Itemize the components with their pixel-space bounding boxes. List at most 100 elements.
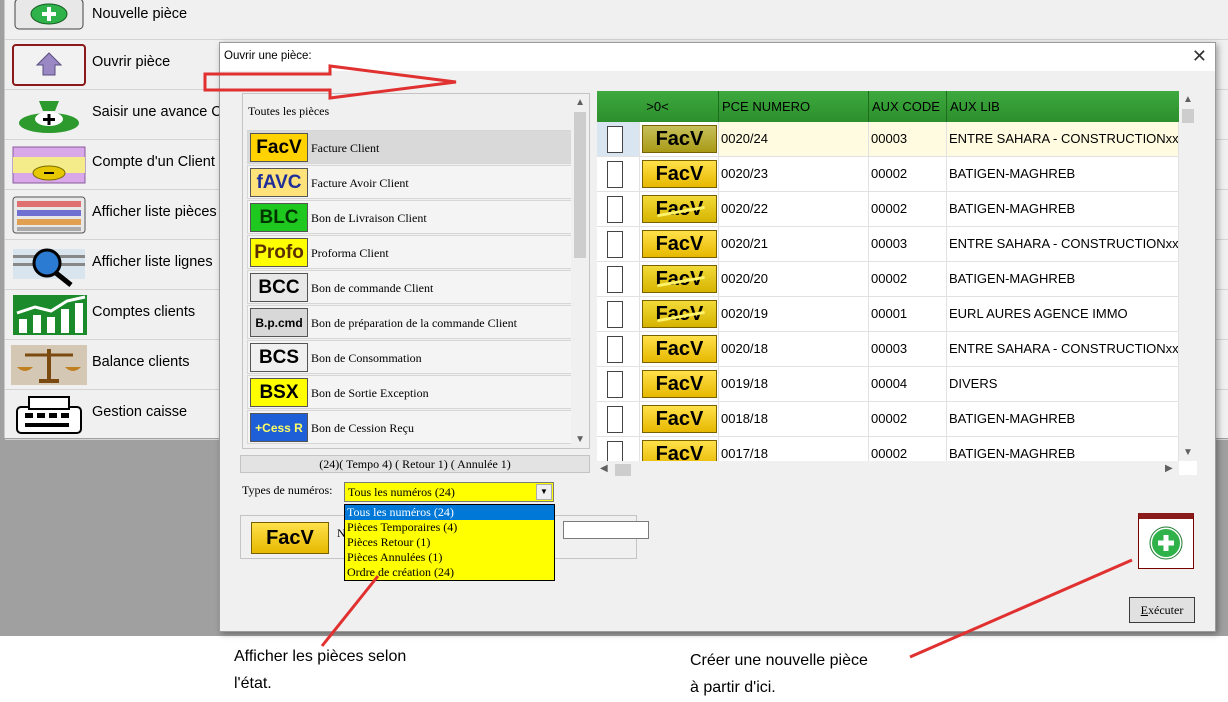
dialog-title: Ouvrir une pièce: <box>224 50 312 62</box>
row-checkbox[interactable] <box>607 231 623 258</box>
row-checkbox-cell <box>597 367 640 401</box>
column-header-aux-lib[interactable]: AUX LIB <box>947 91 1179 122</box>
menu-label: Comptes clients <box>92 304 196 320</box>
column-header-pce-numero[interactable]: PCE NUMERO <box>719 91 869 122</box>
facv-badge-icon: FacV <box>642 300 717 328</box>
doc-type-row[interactable]: BCC Bon de commande Client <box>247 270 572 304</box>
column-header-aux-code[interactable]: AUX CODE <box>869 91 947 122</box>
scroll-right-icon[interactable]: ▶ <box>1165 463 1173 474</box>
plus-circle-icon <box>1149 526 1183 560</box>
facv-badge-icon: FacV <box>642 335 717 363</box>
list-stack-icon <box>11 193 87 237</box>
money-bag-icon <box>11 93 87 137</box>
cash-register-icon <box>11 393 87 437</box>
grid-horizontal-scrollbar[interactable]: ◀ ▶ <box>597 461 1179 479</box>
chevron-down-icon[interactable]: ▼ <box>536 484 552 500</box>
doc-type-row[interactable]: B.p.cmd Bon de préparation de la commande… <box>247 305 572 339</box>
dropdown-option[interactable]: Tous les numéros (24) <box>345 505 554 520</box>
row-type-cell: FacV <box>640 157 719 191</box>
pce-numero-cell: 0020/24 <box>719 122 869 156</box>
doc-type-label: Facture Avoir Client <box>311 176 409 190</box>
grid-row[interactable]: FacV 0020/18 00003 ENTRE SAHARA - CONSTRUCT… <box>597 332 1179 367</box>
dropdown-option[interactable]: Pièces Retour (1) <box>345 535 554 550</box>
types-numeros-label: Types de numéros: <box>242 483 333 497</box>
doc-type-badge-icon: BCC <box>250 273 308 302</box>
aux-code-cell: 00002 <box>869 157 947 191</box>
facv-badge-icon: FacV <box>642 230 717 258</box>
menu-label: Balance clients <box>92 354 190 370</box>
grid-vertical-scrollbar[interactable]: ▲ ▼ <box>1179 91 1197 461</box>
dropdown-option[interactable]: Pièces Temporaires (4) <box>345 520 554 535</box>
new-piece-button[interactable] <box>1138 513 1194 569</box>
row-checkbox[interactable] <box>607 196 623 223</box>
grid-header: >0< PCE NUMERO AUX CODE AUX LIB <box>597 91 1179 122</box>
doc-type-row[interactable]: BSX Bon de Sortie Exception <box>247 375 572 409</box>
doc-type-label: Proforma Client <box>311 246 389 260</box>
row-checkbox-cell <box>597 297 640 331</box>
screenshot-root: Nouvelle pièce Ouvrir pièce Saisir une a… <box>0 0 1228 702</box>
facv-badge-icon: FacV <box>642 370 717 398</box>
row-checkbox[interactable] <box>607 336 623 363</box>
facv-badge-icon: FacV <box>642 265 717 293</box>
aux-lib-cell: EURL AURES AGENCE IMMO <box>947 297 1179 331</box>
doc-type-badge-icon: +Cess R <box>250 413 308 442</box>
row-type-cell: FacV <box>640 262 719 296</box>
dropdown-option[interactable]: Ordre de création (24) <box>345 565 554 580</box>
dropdown-option[interactable]: Pièces Annulées (1) <box>345 550 554 565</box>
row-checkbox[interactable] <box>607 406 623 433</box>
doc-type-badge-icon: BLC <box>250 203 308 232</box>
row-checkbox[interactable] <box>607 161 623 188</box>
aux-code-cell: 00003 <box>869 122 947 156</box>
row-checkbox[interactable] <box>607 371 623 398</box>
pce-numero-cell: 0020/21 <box>719 227 869 261</box>
types-numeros-select[interactable]: Tous les numéros (24) ▼ <box>344 482 554 502</box>
menu-label: Nouvelle pièce <box>92 6 188 22</box>
aux-code-cell: 00002 <box>869 192 947 226</box>
doc-type-row[interactable]: Profo Proforma Client <box>247 235 572 269</box>
doc-type-row[interactable]: BCS Bon de Consommation <box>247 340 572 374</box>
doc-type-list: Toutes les pièces FacV Facture Client fAVC… <box>242 93 590 449</box>
grid-row[interactable]: FacV 0020/23 00002 BATIGEN-MAGHREB <box>597 157 1179 192</box>
execute-mnemonic: E <box>1140 603 1149 617</box>
grid-row[interactable]: FacV 0019/18 00004 DIVERS <box>597 367 1179 402</box>
row-checkbox-cell <box>597 262 640 296</box>
doc-type-row[interactable]: fAVC Facture Avoir Client <box>247 165 572 199</box>
doc-type-row[interactable]: FacV Facture Client <box>247 130 572 164</box>
aux-lib-cell: ENTRE SAHARA - CONSTRUCTIONxx <box>947 122 1179 156</box>
doc-type-scrollbar[interactable]: ▲ ▼ <box>571 94 589 448</box>
grid-row[interactable]: FacV 0020/20 00002 BATIGEN-MAGHREB <box>597 262 1179 297</box>
aux-lib-cell: BATIGEN-MAGHREB <box>947 157 1179 191</box>
aux-lib-cell: BATIGEN-MAGHREB <box>947 402 1179 436</box>
grid-row[interactable]: FacV 0020/21 00003 ENTRE SAHARA - CONSTRUCT… <box>597 227 1179 262</box>
menu-label: Compte d'un Client <box>92 154 215 170</box>
scroll-down-icon[interactable]: ▼ <box>575 434 585 445</box>
scroll-up-icon[interactable]: ▲ <box>575 97 585 108</box>
execute-button[interactable]: Exécuter <box>1129 597 1195 623</box>
close-icon[interactable]: ✕ <box>1192 46 1207 67</box>
row-type-cell: FacV <box>640 297 719 331</box>
aux-lib-cell: ENTRE SAHARA - CONSTRUCTIONxx <box>947 227 1179 261</box>
scroll-up-icon[interactable]: ▲ <box>1183 94 1193 105</box>
scrollbar-thumb[interactable] <box>1182 109 1194 123</box>
column-header-flag[interactable]: >0< <box>597 91 719 122</box>
scales-icon <box>11 343 91 387</box>
scrollbar-thumb[interactable] <box>574 112 586 258</box>
facv-badge-label: FacV <box>251 522 329 554</box>
scrollbar-thumb[interactable] <box>615 464 631 476</box>
doc-type-row[interactable]: BLC Bon de Livraison Client <box>247 200 572 234</box>
row-checkbox[interactable] <box>607 126 623 153</box>
row-checkbox-cell <box>597 227 640 261</box>
scroll-down-icon[interactable]: ▼ <box>1183 447 1193 458</box>
row-checkbox[interactable] <box>607 301 623 328</box>
grid-row[interactable]: FacV 0018/18 00002 BATIGEN-MAGHREB <box>597 402 1179 437</box>
scroll-left-icon[interactable]: ◀ <box>600 463 608 474</box>
grid-row[interactable]: FacV 0020/24 00003 ENTRE SAHARA - CONSTRUCT… <box>597 122 1179 157</box>
piece-number-input[interactable] <box>563 521 649 539</box>
row-checkbox[interactable] <box>607 266 623 293</box>
doc-type-row[interactable]: +Cess R Bon de Cession Reçu <box>247 410 572 444</box>
grid-row[interactable]: FacV 0020/19 00001 EURL AURES AGENCE IMMO <box>597 297 1179 332</box>
grid-row[interactable]: FacV 0020/22 00002 BATIGEN-MAGHREB <box>597 192 1179 227</box>
menu-label: Ouvrir pièce <box>92 54 171 70</box>
row-type-cell: FacV <box>640 402 719 436</box>
menu-item-nouvelle-piece[interactable]: Nouvelle pièce <box>5 0 1228 40</box>
